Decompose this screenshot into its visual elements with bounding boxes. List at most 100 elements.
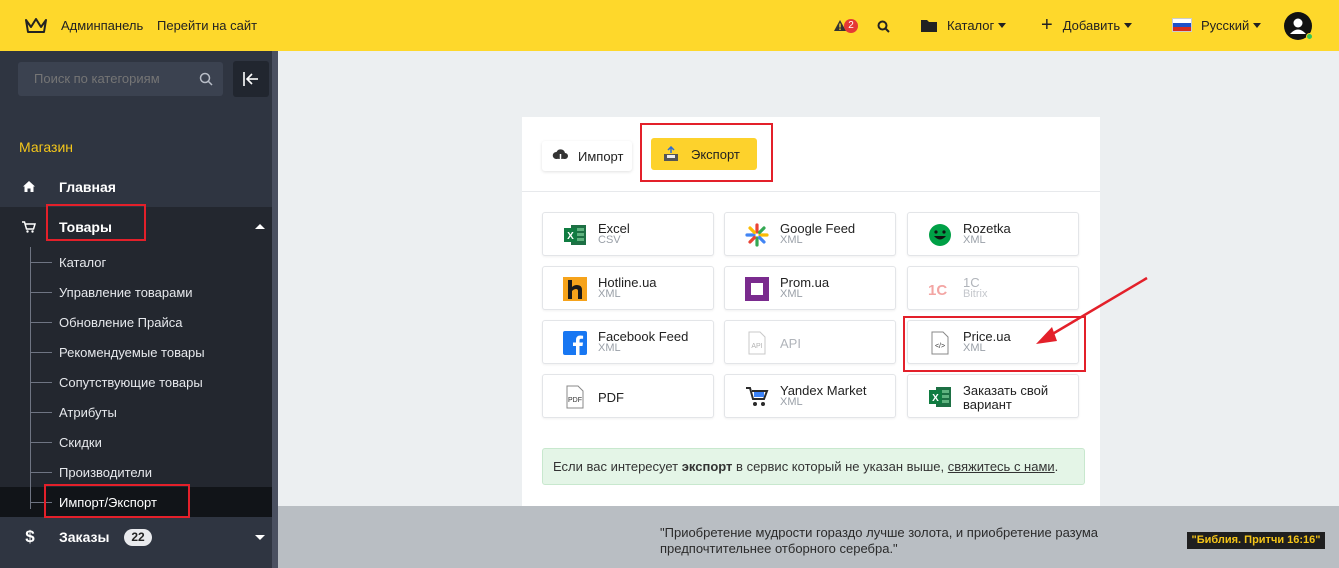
- catalog-menu[interactable]: Каталог: [921, 14, 1007, 36]
- footer-quote: "Приобретение мудрости гораздо лучше зол…: [660, 525, 1130, 557]
- export-option-prom[interactable]: Prom.ua XML: [724, 266, 896, 310]
- submenu-guide-line: [30, 247, 31, 509]
- tab-import[interactable]: Импорт: [542, 141, 632, 171]
- export-option-hotline[interactable]: Hotline.ua XML: [542, 266, 714, 310]
- svg-text:API: API: [751, 343, 762, 350]
- tab-import-label: Импорт: [578, 148, 624, 164]
- google-feed-icon: [745, 223, 769, 247]
- submenu-branch: [30, 472, 52, 473]
- chevron-down-icon: [1124, 22, 1133, 28]
- search-icon[interactable]: [199, 72, 213, 86]
- export-option-api: API API: [724, 320, 896, 364]
- add-menu[interactable]: + Добавить: [1041, 14, 1133, 36]
- chevron-down-icon: [255, 535, 265, 540]
- orders-count-badge: 22: [124, 529, 152, 546]
- excel-icon: X: [929, 387, 951, 407]
- add-label: Добавить: [1062, 17, 1121, 33]
- sidebar-subitem-discounts[interactable]: Скидки: [59, 435, 102, 450]
- export-option-name: PDF: [598, 390, 624, 405]
- sidebar-item-home[interactable]: Главная: [0, 171, 272, 203]
- export-option-format: XML: [598, 288, 621, 300]
- quote-source: "Библия. Притчи 16:16": [1187, 532, 1325, 549]
- annotation-highlight: [46, 204, 146, 241]
- cart-icon: [22, 221, 36, 233]
- notice-text: в сервис который не указан выше,: [732, 459, 948, 474]
- export-option-custom[interactable]: X Заказать свой вариант: [907, 374, 1079, 418]
- contact-us-link[interactable]: свяжитесь с нами: [948, 459, 1055, 474]
- export-option-google-feed[interactable]: Google Feed XML: [724, 212, 896, 256]
- submenu-branch: [30, 262, 52, 263]
- export-option-facebook[interactable]: Facebook Feed XML: [542, 320, 714, 364]
- api-file-icon: API: [748, 331, 766, 355]
- category-search-input[interactable]: [34, 71, 184, 86]
- tabs-divider: [522, 191, 1100, 192]
- cart-icon: [746, 387, 769, 406]
- chevron-up-icon: [255, 224, 265, 229]
- annotation-arrow: [1036, 276, 1148, 344]
- hotline-icon: [563, 277, 587, 301]
- svg-text:PDF: PDF: [568, 397, 582, 404]
- facebook-icon: [563, 331, 587, 355]
- export-option-rozetka[interactable]: Rozetka XML: [907, 212, 1079, 256]
- quote-line: предпочтительнее отборного серебра.": [660, 541, 898, 556]
- crown-logo-icon[interactable]: [24, 17, 48, 35]
- export-option-format: CSV: [598, 234, 621, 246]
- language-label: Русский: [1201, 17, 1250, 33]
- quote-line: "Приобретение мудрости гораздо лучше зол…: [660, 525, 1099, 540]
- online-status-dot: [1306, 33, 1313, 40]
- sidebar-item-label: Главная: [59, 179, 116, 195]
- plus-icon: +: [1041, 14, 1053, 36]
- export-option-format: XML: [780, 234, 803, 246]
- sidebar-subitem-price-update[interactable]: Обновление Прайса: [59, 315, 182, 330]
- submenu-branch: [30, 322, 52, 323]
- submenu-branch: [30, 442, 52, 443]
- catalog-label: Каталог: [947, 17, 995, 33]
- alerts-count-badge: 2: [844, 19, 858, 33]
- collapse-left-icon: [243, 72, 258, 86]
- sidebar-subitem-related[interactable]: Сопутствующие товары: [59, 375, 203, 390]
- annotation-highlight: [640, 123, 773, 182]
- export-option-yandex-market[interactable]: Yandex Market XML: [724, 374, 896, 418]
- excel-icon: X: [564, 225, 586, 245]
- export-option-format: XML: [780, 396, 803, 408]
- language-menu[interactable]: Русский: [1172, 14, 1262, 36]
- export-option-format: Bitrix: [963, 288, 988, 300]
- svg-text:1С: 1С: [928, 282, 947, 299]
- home-icon: [23, 181, 35, 192]
- sidebar-section-title: Магазин: [19, 139, 74, 155]
- export-option-format: XML: [598, 342, 621, 354]
- notice-text: Если вас интересует: [553, 459, 682, 474]
- cloud-download-icon: [552, 149, 568, 163]
- dollar-icon: $: [25, 527, 35, 546]
- annotation-highlight: [44, 484, 190, 518]
- sidebar-subitem-recommended[interactable]: Рекомендуемые товары: [59, 345, 205, 360]
- export-option-format: XML: [963, 234, 986, 246]
- sidebar-scrollbar[interactable]: [272, 51, 278, 568]
- sidebar-item-label: Заказы: [59, 529, 110, 545]
- export-option-format: XML: [780, 288, 803, 300]
- notice-bold: экспорт: [681, 459, 733, 474]
- search-icon[interactable]: [877, 20, 890, 33]
- brand-name[interactable]: Админпанель: [61, 18, 143, 33]
- 1c-icon: 1С: [928, 282, 947, 299]
- category-search: [18, 62, 223, 96]
- svg-text:X: X: [567, 231, 574, 242]
- submenu-branch: [30, 292, 52, 293]
- go-to-site-link[interactable]: Перейти на сайт: [157, 18, 257, 33]
- chevron-down-icon: [998, 22, 1007, 28]
- russian-flag-icon: [1172, 18, 1192, 32]
- submenu-branch: [30, 412, 52, 413]
- sidebar-subitem-attributes[interactable]: Атрибуты: [59, 405, 117, 420]
- export-option-pdf[interactable]: PDF PDF: [542, 374, 714, 418]
- collapse-sidebar-button[interactable]: [233, 61, 269, 97]
- export-option-excel[interactable]: X Excel CSV: [542, 212, 714, 256]
- info-notice: Если вас интересует экспорт в сервис кот…: [542, 448, 1085, 485]
- export-option-name: Заказать свой вариант: [963, 383, 1049, 412]
- sidebar-subitem-manufacturers[interactable]: Производители: [59, 465, 152, 480]
- sidebar-subitem-product-management[interactable]: Управление товарами: [59, 285, 193, 300]
- export-option-name: API: [780, 336, 801, 351]
- sidebar-subitem-catalog[interactable]: Каталог: [59, 255, 106, 270]
- submenu-branch: [30, 382, 52, 383]
- rozetka-icon: [929, 224, 951, 246]
- submenu-branch: [30, 352, 52, 353]
